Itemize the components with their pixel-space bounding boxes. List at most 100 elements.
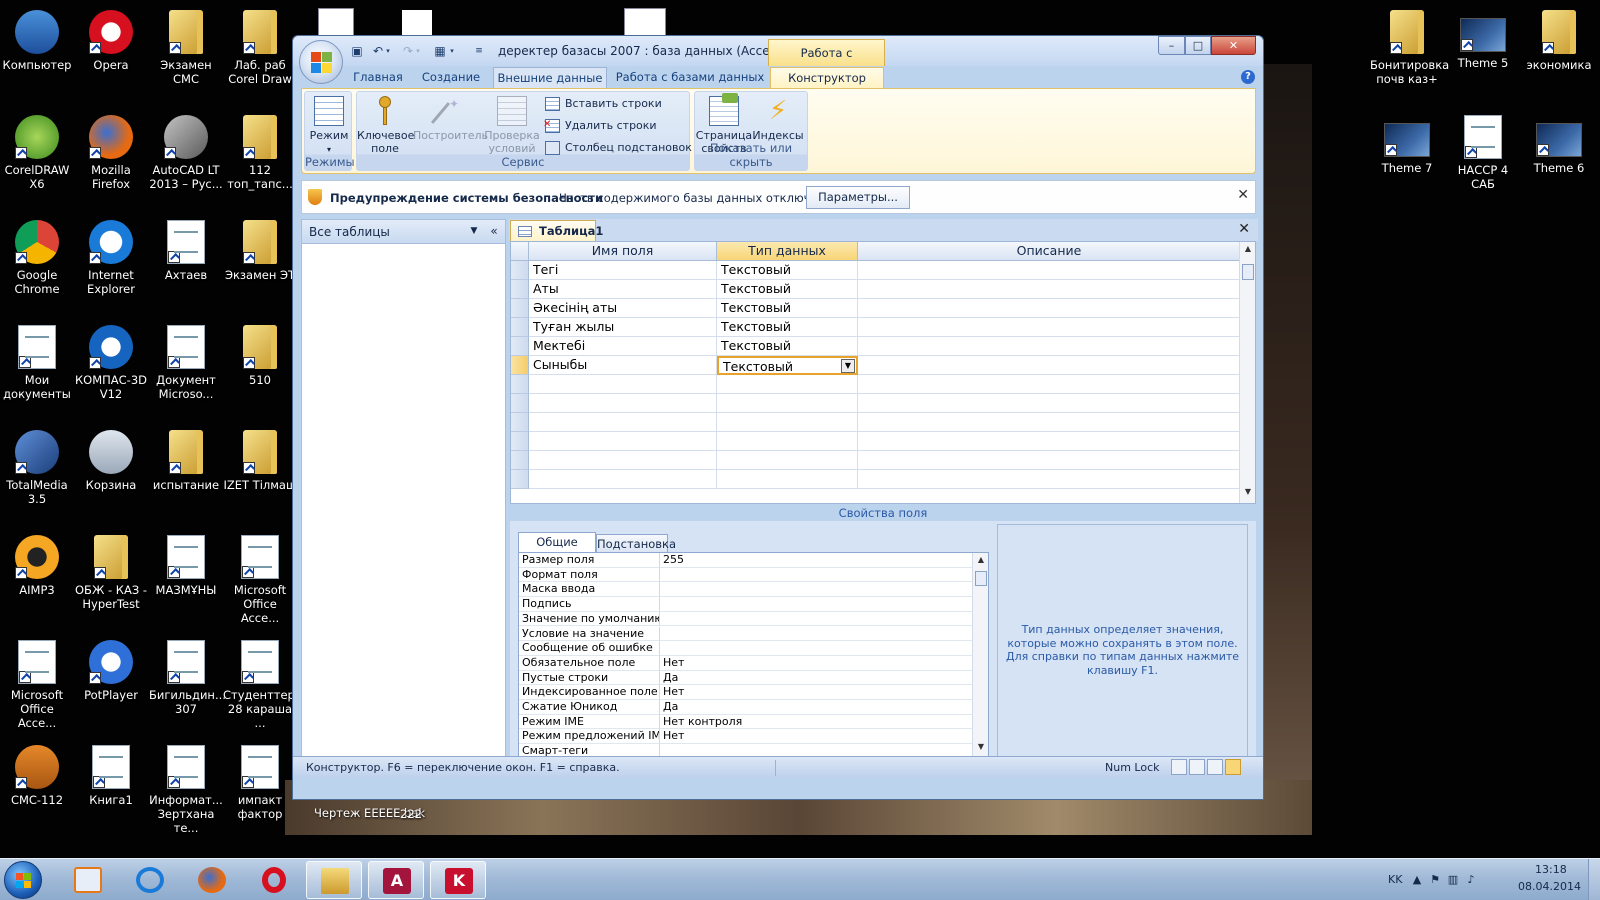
description-cell[interactable] xyxy=(858,356,1241,375)
customize-qat-icon[interactable]: ≡ xyxy=(473,42,485,60)
tab-database-tools[interactable]: Работа с базами данных xyxy=(611,67,769,88)
desktop-item[interactable]: CorelDRAW X6 xyxy=(0,115,74,191)
language-indicator[interactable]: KK xyxy=(1388,873,1402,886)
field-name-cell[interactable] xyxy=(529,451,717,470)
builder-button[interactable]: ✦ Построитель xyxy=(413,96,488,143)
minimize-button[interactable]: – xyxy=(1158,36,1185,55)
desktop-item[interactable]: AIMP3 xyxy=(0,535,74,597)
close-button[interactable]: ✕ xyxy=(1211,36,1256,55)
data-type-cell[interactable]: Текстовый xyxy=(717,261,858,280)
desktop-item[interactable]: импакт фактор xyxy=(223,745,297,821)
desktop-item[interactable]: Документ Microso... xyxy=(149,325,223,401)
desktop-item[interactable]: экономика xyxy=(1522,10,1596,72)
data-type-cell[interactable]: Текстовый xyxy=(717,318,858,337)
mode-button[interactable]: Режим ▾ xyxy=(301,96,357,156)
help-icon[interactable]: ? xyxy=(1241,70,1255,84)
property-value[interactable] xyxy=(660,568,973,583)
show-desktop-button[interactable] xyxy=(1588,859,1600,900)
security-options-button[interactable]: Параметры... xyxy=(806,186,910,209)
taskbar-internet-explorer[interactable] xyxy=(122,861,178,899)
row-selector[interactable] xyxy=(511,261,529,280)
column-header-data-type[interactable]: Тип данных xyxy=(717,242,858,261)
partial-icon[interactable] xyxy=(624,8,666,36)
property-value[interactable] xyxy=(660,641,973,656)
data-type-cell[interactable] xyxy=(717,432,858,451)
desktop-item[interactable]: Theme 7 xyxy=(1370,115,1444,175)
desktop-item[interactable]: МАЗМҰНЫ xyxy=(149,535,223,597)
scroll-down-icon[interactable]: ▼ xyxy=(1242,487,1254,499)
grid-scrollbar[interactable]: ▲ ▼ xyxy=(1239,242,1255,503)
undo-dropdown-icon[interactable]: ▾ xyxy=(383,42,393,60)
property-value[interactable]: Нет xyxy=(660,729,973,745)
desktop-item[interactable]: КОМПАС-3D V12 xyxy=(74,325,148,401)
show-hidden-icons[interactable]: ▲ xyxy=(1410,873,1424,887)
data-type-cell[interactable]: Текстовый ▼ xyxy=(717,356,858,375)
desktop-item[interactable]: AutoCAD LT 2013 – Рус... xyxy=(149,115,223,191)
desktop-item[interactable]: 112 топ_тапс... xyxy=(223,115,297,191)
desktop-item[interactable]: Книга1 xyxy=(74,745,148,807)
desktop-item[interactable]: 510 xyxy=(223,325,297,387)
insert-rows-button[interactable]: Вставить строки xyxy=(545,96,662,112)
view-dropdown-icon[interactable]: ▾ xyxy=(447,42,457,60)
office-button[interactable] xyxy=(299,40,343,84)
scroll-thumb[interactable] xyxy=(1242,264,1254,280)
redo-dropdown-icon[interactable]: ▾ xyxy=(413,42,423,60)
row-selector[interactable] xyxy=(511,375,529,394)
column-header-description[interactable]: Описание xyxy=(858,242,1241,261)
property-value[interactable] xyxy=(660,627,973,642)
desktop-item[interactable]: Корзина xyxy=(74,430,148,492)
description-cell[interactable] xyxy=(858,375,1241,394)
desktop-item[interactable]: IZET Тілмаш xyxy=(223,430,297,492)
description-cell[interactable] xyxy=(858,432,1241,451)
data-type-cell[interactable] xyxy=(717,394,858,413)
chevron-down-icon[interactable]: ▼ xyxy=(468,225,480,237)
start-button[interactable] xyxy=(4,861,42,899)
field-name-cell[interactable]: Мектебі xyxy=(529,337,717,356)
property-value[interactable] xyxy=(660,597,973,612)
data-type-cell[interactable] xyxy=(717,451,858,470)
data-type-cell[interactable] xyxy=(717,470,858,489)
network-icon[interactable]: ▥ xyxy=(1446,873,1460,887)
desktop-item[interactable]: Microsoft Office Acce... xyxy=(0,640,74,730)
lookup-column-button[interactable]: Столбец подстановок xyxy=(545,140,692,156)
desktop-item[interactable]: Лаб. раб Corel Draw xyxy=(223,10,297,86)
partial-icon[interactable] xyxy=(402,10,432,36)
taskbar-kaspersky[interactable]: K xyxy=(430,861,486,899)
volume-icon[interactable]: ♪ xyxy=(1464,873,1478,887)
data-type-cell[interactable] xyxy=(717,375,858,394)
clock-date[interactable]: 08.04.2014 xyxy=(1518,880,1581,893)
property-value[interactable]: Нет xyxy=(660,685,973,700)
tab-lookup[interactable]: Подстановка xyxy=(596,534,676,552)
description-cell[interactable] xyxy=(858,394,1241,413)
field-name-cell[interactable]: Тегі xyxy=(529,261,717,280)
description-cell[interactable] xyxy=(858,299,1241,318)
desktop-item[interactable]: Бигильдин... 307 xyxy=(149,640,226,716)
taskbar-media-player[interactable] xyxy=(60,861,116,899)
property-value[interactable]: Нет xyxy=(660,656,973,671)
pivottable-view-icon[interactable] xyxy=(1189,759,1205,775)
data-type-cell[interactable]: Текстовый xyxy=(717,337,858,356)
scroll-up-icon[interactable]: ▲ xyxy=(975,555,987,567)
field-name-cell[interactable] xyxy=(529,394,717,413)
partial-icon[interactable] xyxy=(318,8,354,36)
maximize-button[interactable]: □ xyxy=(1185,36,1211,55)
desktop-item[interactable]: Google Chrome xyxy=(0,220,74,296)
description-cell[interactable] xyxy=(858,280,1241,299)
grid-corner[interactable] xyxy=(511,242,529,261)
desktop-item[interactable]: Информат... Зертхана те... xyxy=(149,745,223,835)
desktop-item[interactable]: Студенттерге 28 караша ... xyxy=(223,640,308,730)
data-type-cell[interactable]: Текстовый xyxy=(717,280,858,299)
desktop-item[interactable]: ОБЖ - КАЗ - HyperTest xyxy=(74,535,148,611)
field-name-cell[interactable]: Туған жылы xyxy=(529,318,717,337)
clock-time[interactable]: 13:18 xyxy=(1535,863,1567,876)
title-bar[interactable]: ▣ ↶ ▾ ↷ ▾ ▦ ▾ ≡ деректер базасы 2007 : б… xyxy=(293,36,1263,86)
field-name-cell[interactable] xyxy=(529,432,717,451)
tab-external-data[interactable]: Внешние данные xyxy=(493,67,607,88)
desktop-item[interactable]: Компьютер xyxy=(0,10,74,72)
taskbar-opera[interactable] xyxy=(246,861,302,899)
taskbar-explorer[interactable] xyxy=(306,861,362,899)
description-cell[interactable] xyxy=(858,470,1241,489)
desktop-item[interactable]: Theme 6 xyxy=(1522,115,1596,175)
property-value[interactable]: Нет контроля xyxy=(660,715,973,730)
desktop-item[interactable]: TotalMedia 3.5 xyxy=(0,430,74,506)
